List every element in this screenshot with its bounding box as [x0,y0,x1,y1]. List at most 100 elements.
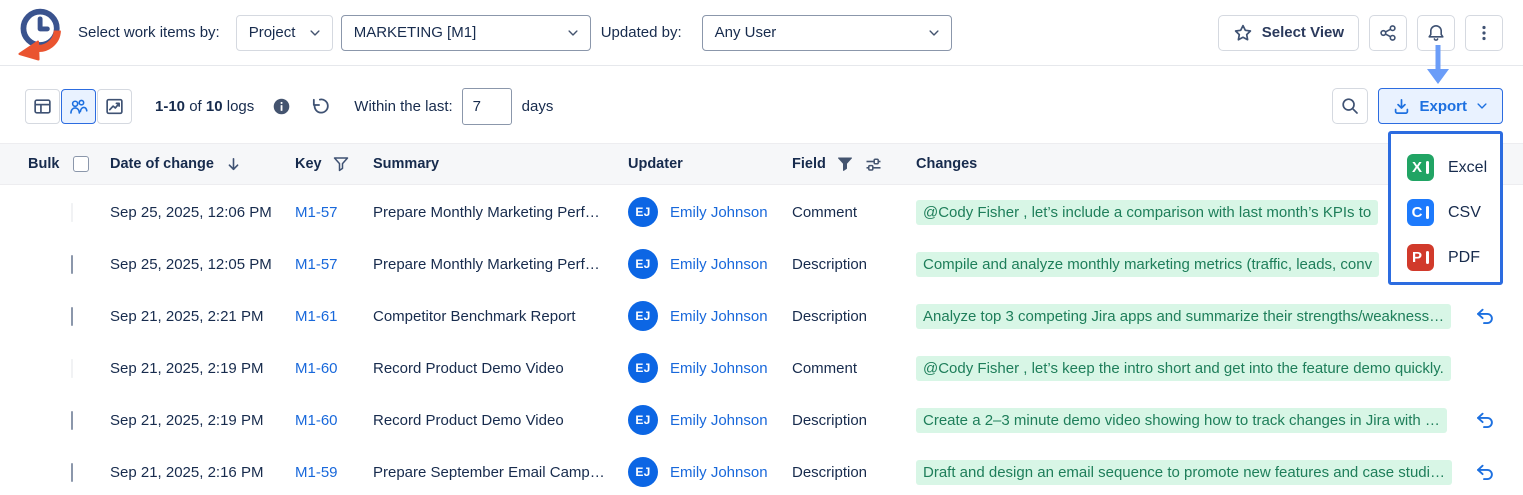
kebab-menu-icon [1474,23,1494,43]
export-label: Export [1419,98,1467,115]
row-updater-link[interactable]: Emily Johnson [670,360,768,377]
row-changes: Create a 2–3 minute demo video showing h… [916,394,1523,446]
filter-mode-value: Project [249,24,296,41]
revert-change-button[interactable] [1474,462,1495,483]
bulk-select-all-checkbox[interactable] [73,156,89,172]
updated-by-value: Any User [715,24,777,41]
row-summary: Prepare September Email Camp… [373,464,628,481]
row-field: Description [792,256,916,273]
export-menu-item-excel[interactable]: X Excel [1407,145,1500,190]
avatar: EJ [628,249,658,279]
row-changes: @Cody Fisher , let’s keep the intro shor… [916,342,1523,394]
table-header: Bulk Date of change Key Summary Updater … [0,143,1523,185]
pdf-file-icon: P [1407,244,1434,271]
filter-outline-icon[interactable] [332,155,350,173]
sort-descending-icon[interactable] [224,155,243,174]
log-count-total: 10 [206,98,223,115]
export-button[interactable]: Export [1378,88,1503,124]
row-summary: Prepare Monthly Marketing Perf… [373,256,628,273]
undo-icon [1474,462,1495,483]
avatar: EJ [628,405,658,435]
within-last-label: Within the last: [354,98,452,115]
pointer-arrow-icon [1425,45,1451,85]
row-issue-key-link[interactable]: M1-60 [295,412,338,429]
filter-filled-icon[interactable] [836,155,854,173]
export-item-label: CSV [1448,204,1481,222]
download-icon [1392,97,1411,116]
share-button[interactable] [1369,15,1407,51]
select-work-items-label: Select work items by: [78,24,220,41]
row-issue-key-link[interactable]: M1-57 [295,204,338,221]
search-button[interactable] [1332,88,1368,124]
select-view-button[interactable]: Select View [1218,15,1359,51]
row-date: Sep 21, 2025, 2:19 PM [110,412,295,429]
csv-file-icon: C [1407,199,1434,226]
people-view-button[interactable] [61,89,96,124]
settings-sliders-icon[interactable] [864,155,883,174]
change-highlight: Draft and design an email sequence to pr… [916,460,1452,485]
row-updater-link[interactable]: Emily Johnson [670,204,768,221]
row-field: Description [792,308,916,325]
row-checkbox [71,203,73,222]
top-filter-bar: Select work items by: Project MARKETING … [0,0,1523,66]
row-updater-link[interactable]: Emily Johnson [670,308,768,325]
select-view-label: Select View [1262,24,1344,41]
table-row: Sep 25, 2025, 12:06 PM M1-57 Prepare Mon… [0,186,1523,238]
days-input[interactable] [462,88,512,125]
row-issue-key-link[interactable]: M1-60 [295,360,338,377]
revert-change-button[interactable] [1474,306,1495,327]
undo-icon [1474,410,1495,431]
row-issue-key-link[interactable]: M1-59 [295,464,338,481]
days-unit-label: days [522,98,554,115]
avatar: EJ [628,197,658,227]
row-issue-key-link[interactable]: M1-61 [295,308,338,325]
table-row: Sep 21, 2025, 2:16 PM M1-59 Prepare Sept… [0,446,1523,495]
star-icon [1233,23,1253,43]
revert-change-button[interactable] [1474,410,1495,431]
row-issue-key-link[interactable]: M1-57 [295,256,338,273]
app-logo-clock-icon [10,5,68,65]
table-view-button[interactable] [25,89,60,124]
row-field: Comment [792,204,916,221]
log-count: 1-10 of 10 logs [155,98,254,115]
row-checkbox[interactable] [71,463,73,482]
column-header-updater: Updater [628,156,792,172]
row-updater-link[interactable]: Emily Johnson [670,464,768,481]
chevron-down-icon [1475,99,1489,113]
row-field: Description [792,464,916,481]
row-checkbox[interactable] [71,411,73,430]
top-actions: Select View [1218,15,1523,51]
filter-mode-dropdown[interactable]: Project [236,15,333,51]
info-icon [272,97,291,116]
chart-view-button[interactable] [97,89,132,124]
row-updater-link[interactable]: Emily Johnson [670,256,768,273]
table-row: Sep 21, 2025, 2:21 PM M1-61 Competitor B… [0,290,1523,342]
undo-icon [1474,306,1495,327]
row-field: Comment [792,360,916,377]
table-view-icon [32,96,53,117]
chevron-down-icon [308,26,322,40]
issue-history-app: Select work items by: Project MARKETING … [0,0,1523,495]
project-select-value: MARKETING [M1] [354,24,477,41]
row-checkbox[interactable] [71,307,73,326]
info-button[interactable] [272,97,291,116]
row-summary: Prepare Monthly Marketing Perf… [373,204,628,221]
refresh-button[interactable] [309,96,330,117]
column-header-key[interactable]: Key [295,155,373,173]
row-updater-link[interactable]: Emily Johnson [670,412,768,429]
export-menu-item-csv[interactable]: C CSV [1407,190,1500,235]
change-highlight: Create a 2–3 minute demo video showing h… [916,408,1447,433]
avatar: EJ [628,353,658,383]
column-header-field[interactable]: Field [792,155,916,174]
updated-by-dropdown[interactable]: Any User [702,15,952,51]
row-field: Description [792,412,916,429]
table-row: Sep 25, 2025, 12:05 PM M1-57 Prepare Mon… [0,238,1523,290]
share-icon [1378,23,1398,43]
row-changes: Analyze top 3 competing Jira apps and su… [916,290,1523,342]
more-actions-button[interactable] [1465,15,1503,51]
project-select-dropdown[interactable]: MARKETING [M1] [341,15,591,51]
column-header-date[interactable]: Date of change [110,155,295,174]
row-checkbox[interactable] [71,255,73,274]
chevron-down-icon [927,26,941,40]
export-menu-item-pdf[interactable]: P PDF [1407,235,1500,280]
